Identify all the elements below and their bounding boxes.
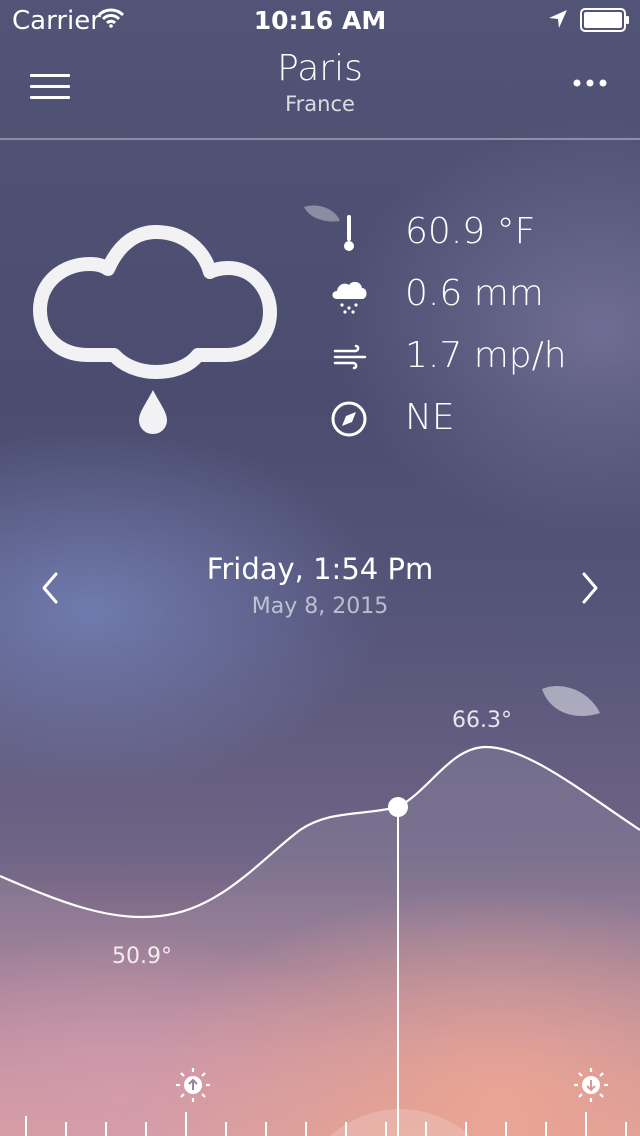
selection-handle[interactable] (388, 797, 408, 817)
high-temp-label: 66.3° (452, 708, 512, 733)
compass-icon (331, 401, 367, 437)
precipitation-value: 0.6 mm (405, 273, 544, 314)
battery-icon (580, 8, 629, 32)
rain-icon (332, 281, 367, 314)
rain-cloud-icon (33, 225, 277, 434)
wind-speed-value: 1.7 mp/h (405, 335, 567, 376)
more-options-button[interactable] (570, 76, 610, 90)
wind-icon (333, 344, 367, 370)
country-subtitle: France (285, 92, 355, 116)
status-bar: Carrier 10:16 AM (0, 0, 640, 40)
location-arrow-icon (549, 10, 567, 28)
nav-header: Paris France (0, 40, 640, 138)
date-navigator: Friday, 1:54 Pm May 8, 2015 (0, 548, 640, 628)
temperature-value: 60.9 °F (405, 211, 536, 252)
temperature-area (0, 746, 640, 1136)
temperature-curve[interactable]: 66.3° 50.9° (0, 660, 640, 1136)
thermometer-icon (344, 215, 354, 251)
next-day-button[interactable] (574, 568, 604, 608)
temperature-curve-svg (0, 745, 640, 1136)
header-divider (0, 138, 640, 140)
low-temp-label: 50.9° (112, 944, 172, 969)
status-time: 10:16 AM (253, 6, 387, 35)
selected-date: May 8, 2015 (251, 594, 389, 619)
selected-day-time: Friday, 1:54 Pm (206, 552, 434, 586)
wind-direction-value: NE (405, 397, 455, 438)
city-title: Paris (277, 48, 363, 89)
